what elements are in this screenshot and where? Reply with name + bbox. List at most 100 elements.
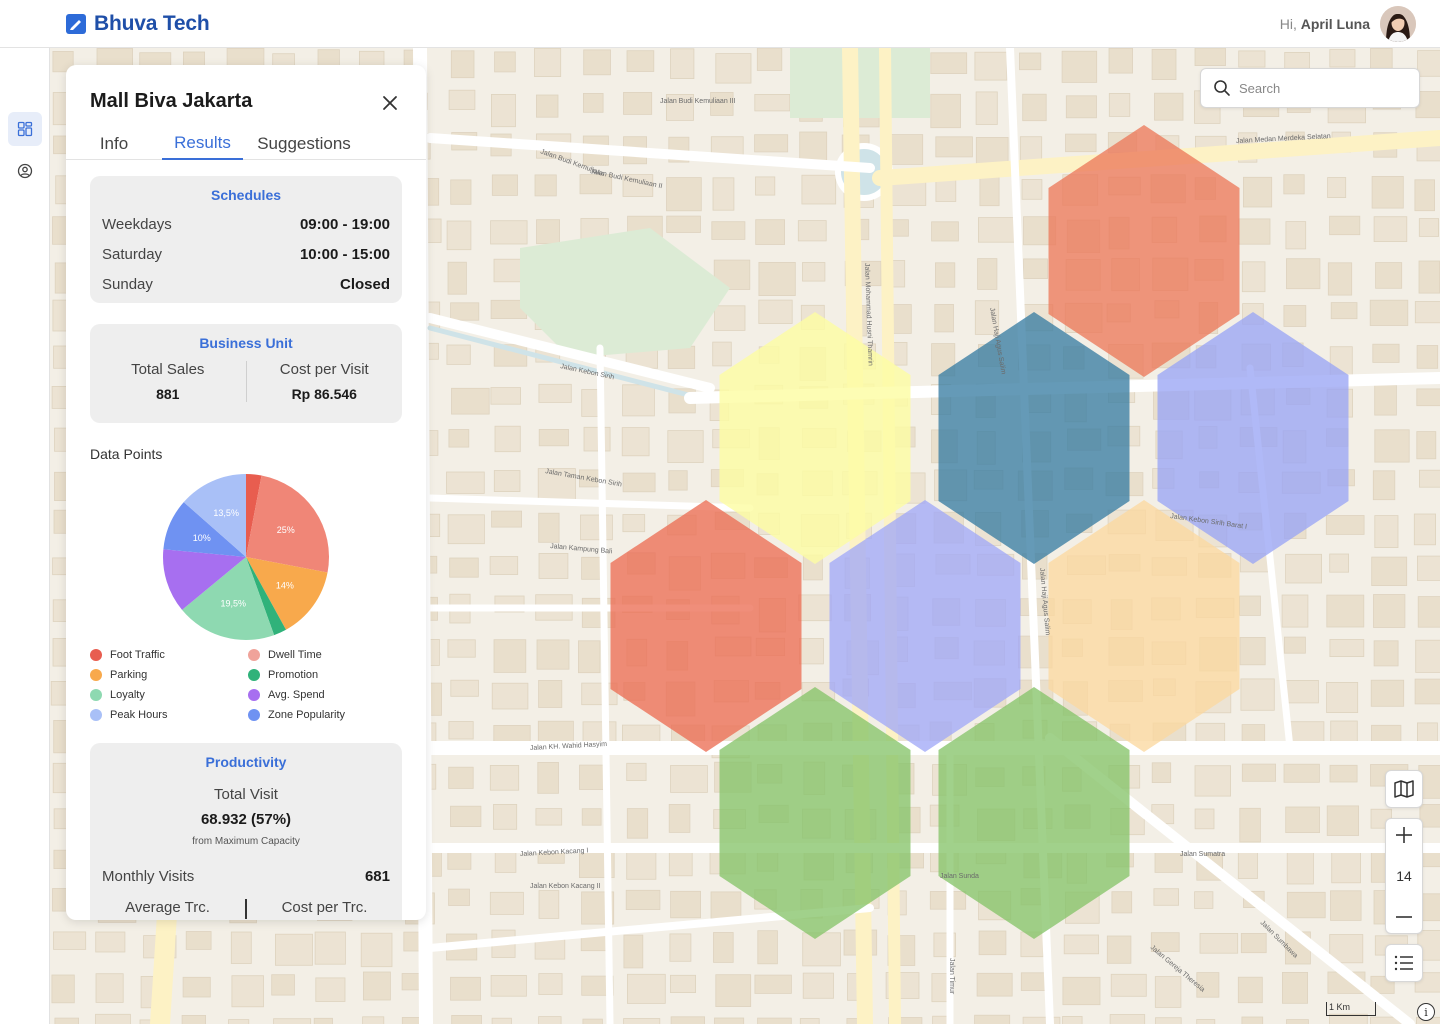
building-block [1022,1016,1061,1024]
building-block [667,345,696,369]
legend-item[interactable]: Zone Popularity [248,708,406,721]
building-block [274,933,313,966]
map-search[interactable] [1200,68,1420,108]
rail-dashboard-button[interactable] [8,112,42,146]
map-list-button[interactable] [1385,944,1423,982]
building-block [536,219,561,245]
top-header: Bhuva Tech Hi, April Luna [0,0,1440,48]
legend-item[interactable]: Parking [90,668,248,681]
legend-swatch [90,668,102,681]
building-block [185,931,212,950]
user-menu[interactable]: Hi, April Luna [1280,5,1416,42]
rail-profile-button[interactable] [8,154,42,188]
building-block [799,131,828,162]
building-block [1413,513,1437,546]
building-block [1154,976,1182,1008]
building-block [451,387,490,415]
schedule-day: Sunday [102,275,153,293]
avatar-image [1380,5,1416,42]
brand[interactable]: Bhuva Tech [64,12,210,36]
building-block [1281,594,1309,628]
close-button[interactable] [378,91,402,115]
building-block [1239,807,1261,843]
search-input[interactable] [1239,80,1399,96]
building-block [494,425,521,453]
building-block [1065,95,1097,119]
capacity-note: from Maximum Capacity [192,836,300,847]
productivity-card: Productivity Total Visit 68.932 (57%) fr… [90,743,402,920]
building-block [1151,48,1177,81]
building-block [670,1016,705,1024]
street-label: Jalan Kebon Kacang II [530,883,600,890]
building-block [448,89,476,110]
building-block [1374,384,1397,416]
legend-swatch [90,688,102,701]
legend-label: Avg. Spend [268,688,325,701]
building-block [1285,221,1307,250]
total-visit-value: 68.932 (57%) [200,811,292,828]
legend-item[interactable]: Peak Hours [90,708,248,721]
zoom-in-icon[interactable] [1394,825,1414,845]
map-layers-button[interactable] [1385,770,1423,808]
legend-item[interactable]: Dwell Time [248,648,406,661]
monthly-visits-value: 681 [364,867,390,885]
tab-results[interactable]: Results [162,127,243,160]
building-block [1062,976,1101,1006]
legend-label: Parking [110,668,148,681]
building-block [1326,805,1359,836]
avatar[interactable] [1380,5,1416,42]
building-block [1061,50,1098,83]
pie-slice-label: 25% [277,525,295,535]
building-block [1371,556,1408,587]
building-block [626,851,657,880]
building-block [621,427,650,457]
building-block [1063,934,1100,955]
schedule-day: Weekdays [102,215,172,233]
building-block [1330,302,1358,320]
building-block [491,174,518,196]
building-block [799,1018,820,1024]
building-block [493,804,518,830]
legend-item[interactable]: Promotion [248,668,406,681]
data-points-pie-chart[interactable]: 25% 14% 19,5% 10% 13,5% [161,472,331,642]
building-block [1285,553,1322,584]
legend-item[interactable]: Foot Traffic [90,648,248,661]
search-icon [1214,80,1230,96]
building-block [754,94,791,112]
building-block [182,976,211,998]
building-block [51,974,75,1004]
info-icon[interactable]: i [1417,1003,1435,1021]
business-unit-title: Business Unit [199,335,293,351]
building-block [581,808,602,826]
building-block [1418,218,1440,237]
tab-suggestions[interactable]: Suggestions [252,127,356,160]
building-block [491,510,523,528]
building-block [1370,679,1405,707]
building-block [712,177,735,211]
building-block [757,1017,792,1024]
building-block [1283,174,1305,195]
building-block [1238,50,1266,68]
building-block [1194,765,1231,797]
schedule-hours: 09:00 - 19:00 [299,215,390,233]
building-block [448,766,474,789]
brand-logo-icon [66,13,86,34]
building-block [450,50,475,79]
legend-item[interactable]: Avg. Spend [248,688,406,701]
building-block [798,594,832,622]
building-block [1022,93,1047,122]
legend-item[interactable]: Loyalty [90,688,248,701]
legend-label: Zone Popularity [268,708,346,721]
tab-info[interactable]: Info [90,127,138,160]
building-block [623,1018,661,1024]
building-block [978,217,1017,243]
building-block [1285,806,1320,834]
building-block [934,303,954,333]
building-block [1238,218,1271,245]
zoom-out-icon[interactable] [1394,907,1414,927]
building-block [713,932,734,963]
building-block [627,973,666,1004]
building-block [1326,682,1359,714]
legend-swatch [248,648,260,661]
building-block [670,974,697,993]
